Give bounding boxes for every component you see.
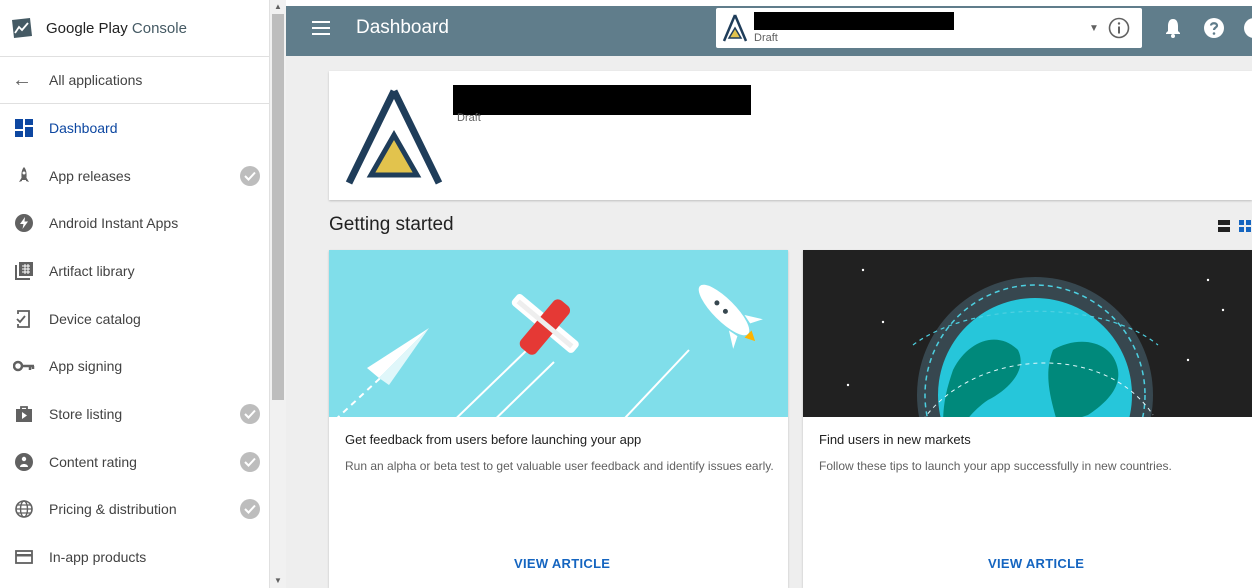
sidebar-item-artifact-library[interactable]: Artifact library [0,247,269,295]
card-icon [12,545,36,569]
app-status: Draft [754,32,778,44]
sidebar-item-app-releases[interactable]: App releases [0,152,269,200]
sidebar-item-android-instant-apps[interactable]: Android Instant Apps [0,199,269,247]
tip-card-description: Follow these tips to launch your app suc… [819,459,1172,473]
page-title: Dashboard [356,17,449,38]
redacted-app-name [754,12,954,30]
all-applications-label: All applications [49,72,143,88]
sidebar-scrollbar[interactable]: ▲ ▼ [270,0,286,588]
check-circle-icon [240,165,260,186]
key-icon [12,354,36,378]
sidebar-item-in-app-products[interactable]: In-app products [0,533,269,581]
app-status: Draft [457,112,481,124]
tip-card-title: Find users in new markets [819,432,971,447]
all-applications-link[interactable]: ← All applications [0,57,269,104]
notifications-bell-icon[interactable] [1161,16,1185,40]
app-logo [345,89,443,185]
tip-card-markets: Find users in new markets Follow these t… [803,250,1252,588]
arrow-back-icon: ← [12,68,32,91]
dropdown-caret-icon[interactable]: ▼ [1089,23,1099,34]
rating-icon [12,450,36,474]
device-icon [12,307,36,331]
sidebar-item-label: Store listing [49,405,123,422]
scroll-down-arrow-icon[interactable]: ▼ [270,574,286,588]
tip-card-feedback: Get feedback from users before launching… [329,250,788,588]
sidebar-item-label: In-app products [49,549,147,566]
store-icon [12,402,36,426]
check-circle-icon [240,451,260,472]
sidebar-item-label: Dashboard [49,119,118,136]
sidebar-item-store-listing[interactable]: Store listing [0,390,269,438]
scroll-up-arrow-icon[interactable]: ▲ [270,0,286,14]
app-logo-icon [722,14,748,42]
view-article-link[interactable]: VIEW ARTICLE [514,556,610,571]
sidebar-item-dashboard[interactable]: Dashboard [0,104,269,152]
dashboard-icon [12,116,36,140]
globe-icon [12,497,36,521]
sidebar-item-device-catalog[interactable]: Device catalog [0,295,269,343]
help-icon[interactable] [1202,16,1226,40]
check-circle-icon [240,403,260,424]
info-icon[interactable] [1107,16,1131,40]
bolt-icon [12,211,36,235]
tip-card-title: Get feedback from users before launching… [345,432,642,447]
tip-card-description: Run an alpha or beta test to get valuabl… [345,459,774,473]
getting-started-title: Getting started [329,214,454,235]
sidebar-item-label: Content rating [49,453,137,470]
sidebar: Google Play Console ← All applications D… [0,0,270,588]
sidebar-item-app-signing[interactable]: App signing [0,342,269,390]
library-icon [12,259,36,283]
check-circle-icon [240,499,260,520]
account-avatar-icon[interactable] [1242,16,1252,40]
globe-illustration [803,250,1252,513]
sidebar-item-label: Device catalog [49,310,141,327]
play-console-logo-icon [12,18,32,38]
app-selector[interactable]: Draft ▼ [716,8,1142,48]
list-view-icon [1218,220,1230,232]
rocket-icon [12,164,36,188]
brand-name: Google Play Console [46,19,187,37]
top-edge [286,0,1252,6]
grid-view-icon [1239,220,1251,232]
hamburger-menu-icon [312,21,330,35]
sidebar-item-content-rating[interactable]: Content rating [0,438,269,486]
sidebar-item-label: Artifact library [49,262,135,279]
sidebar-item-pricing-distribution[interactable]: Pricing & distribution [0,486,269,534]
sidebar-item-label: App releases [49,167,131,184]
redacted-app-name [453,85,751,115]
view-article-link[interactable]: VIEW ARTICLE [988,556,1084,571]
menu-button[interactable] [286,0,356,56]
sidebar-item-label: Android Instant Apps [49,215,179,232]
app-summary-card: Draft [329,71,1252,200]
brand[interactable]: Google Play Console [0,0,269,57]
scroll-thumb[interactable] [272,14,284,400]
planes-illustration [329,250,788,436]
sidebar-item-label: App signing [49,358,123,375]
sidebar-item-label: Pricing & distribution [49,501,177,518]
view-toggle[interactable] [1218,219,1252,233]
